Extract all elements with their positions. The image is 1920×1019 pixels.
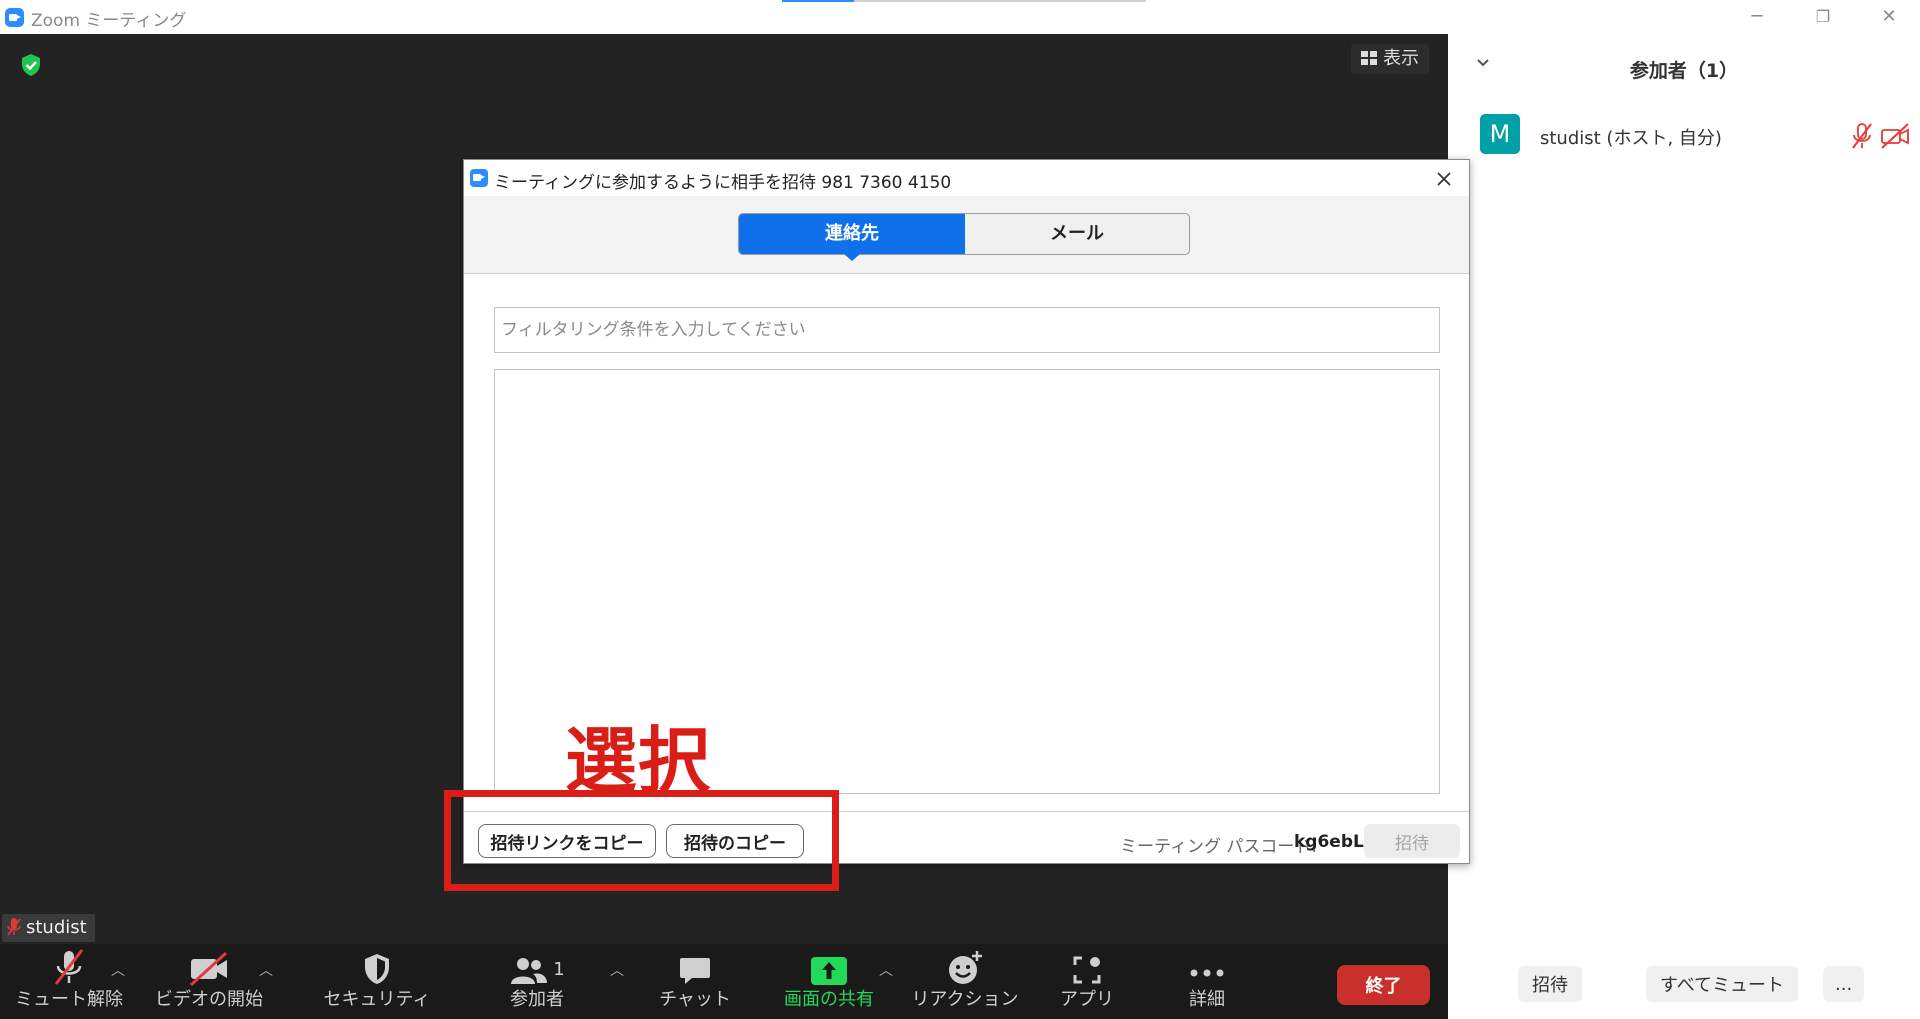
participants-count: 1 <box>553 959 565 980</box>
mute-all-button[interactable]: すべてミュート <box>1646 966 1799 1002</box>
security-shield-icon <box>365 954 389 984</box>
muted-mic-icon[interactable] <box>1850 122 1874 150</box>
view-label: 表示 <box>1383 48 1419 69</box>
tab-segment: 連絡先 メール <box>738 213 1190 261</box>
reactions-button[interactable]: リアクション <box>906 944 1024 1019</box>
muted-mic-icon <box>54 949 84 985</box>
zoom-logo-icon <box>470 169 488 187</box>
video-off-icon[interactable] <box>1880 122 1910 150</box>
video-options-chevron-up-icon[interactable]: ︿ <box>259 960 273 980</box>
tab-contacts[interactable]: 連絡先 <box>739 214 965 261</box>
restore-button[interactable]: ❐ <box>1798 2 1848 32</box>
meeting-toolbar: ミュート解除 ︿ ビデオの開始 ︿ セキュリティ 1 参加者 ︿ チャット 画面… <box>0 944 1448 1019</box>
more-label: 詳細 <box>1189 989 1225 1010</box>
security-button[interactable]: セキュリティ <box>318 944 436 1019</box>
participants-title: 参加者（1） <box>1629 60 1739 82</box>
start-video-button[interactable]: ビデオの開始 <box>150 944 268 1019</box>
invite-button[interactable]: 招待 <box>1518 966 1582 1002</box>
zoom-logo-icon <box>5 8 24 27</box>
end-meeting-button[interactable]: 終了 <box>1337 965 1430 1005</box>
unmute-label: ミュート解除 <box>15 989 123 1010</box>
video-off-icon <box>189 952 228 986</box>
apps-button[interactable]: アプリ <box>1028 944 1146 1019</box>
muted-mic-icon <box>7 918 21 936</box>
unmute-button[interactable]: ミュート解除 <box>10 944 128 1019</box>
share-screen-button[interactable]: 画面の共有 <box>770 944 888 1019</box>
participants-icon <box>511 958 548 984</box>
participants-button[interactable]: 1 参加者 <box>478 944 596 1019</box>
close-button[interactable]: ✕ <box>1864 2 1914 32</box>
share-screen-icon <box>811 957 847 985</box>
view-button[interactable]: 表示 <box>1351 44 1429 74</box>
minimize-button[interactable]: ─ <box>1732 2 1782 32</box>
chat-button[interactable]: チャット <box>636 944 754 1019</box>
apps-icon <box>1073 956 1101 984</box>
participant-name: studist (ホスト, 自分) <box>1540 128 1722 149</box>
passcode-label: ミーティング パスコード: <box>1120 837 1318 857</box>
passcode-value: kg6ebL <box>1294 832 1364 852</box>
participants-label: 参加者 <box>510 989 564 1010</box>
participant-row[interactable]: M studist (ホスト, 自分) <box>1480 114 1910 158</box>
grid-icon <box>1361 51 1377 65</box>
chat-icon <box>680 958 710 984</box>
start-video-label: ビデオの開始 <box>155 989 263 1010</box>
tab-email[interactable]: メール <box>965 214 1189 254</box>
annotation-highlight-box <box>444 790 839 891</box>
title-bar: Zoom ミーティング ─ ❐ ✕ <box>0 0 1920 34</box>
reactions-label: リアクション <box>911 989 1019 1010</box>
more-options-button[interactable]: ... <box>1823 966 1865 1002</box>
share-screen-label: 画面の共有 <box>784 989 874 1010</box>
filter-input[interactable] <box>494 307 1440 353</box>
avatar: M <box>1480 114 1520 154</box>
encryption-shield-icon[interactable] <box>20 53 42 77</box>
audio-options-chevron-up-icon[interactable]: ︿ <box>111 960 125 980</box>
share-options-chevron-up-icon[interactable]: ︿ <box>879 960 893 980</box>
participants-chevron-up-icon[interactable]: ︿ <box>610 960 624 980</box>
dialog-tab-header: 連絡先 メール <box>464 196 1469 274</box>
close-icon[interactable] <box>1426 164 1462 194</box>
dialog-title: ミーティングに参加するように相手を招待 981 7360 4150 <box>494 173 952 193</box>
participants-panel: 参加者（1） M studist (ホスト, 自分) 招待 すべてミュート ..… <box>1448 34 1920 1019</box>
tab-indicator <box>782 0 1146 2</box>
reaction-smiley-icon <box>949 951 982 984</box>
invite-send-button[interactable]: 招待 <box>1364 824 1460 858</box>
apps-label: アプリ <box>1060 989 1114 1010</box>
window-title: Zoom ミーティング <box>31 11 187 31</box>
more-button[interactable]: 詳細 <box>1148 944 1266 1019</box>
self-name: studist <box>26 917 87 938</box>
more-dots-icon <box>1190 969 1224 977</box>
chat-label: チャット <box>659 989 731 1010</box>
security-label: セキュリティ <box>323 989 431 1010</box>
self-name-badge: studist <box>2 914 95 942</box>
